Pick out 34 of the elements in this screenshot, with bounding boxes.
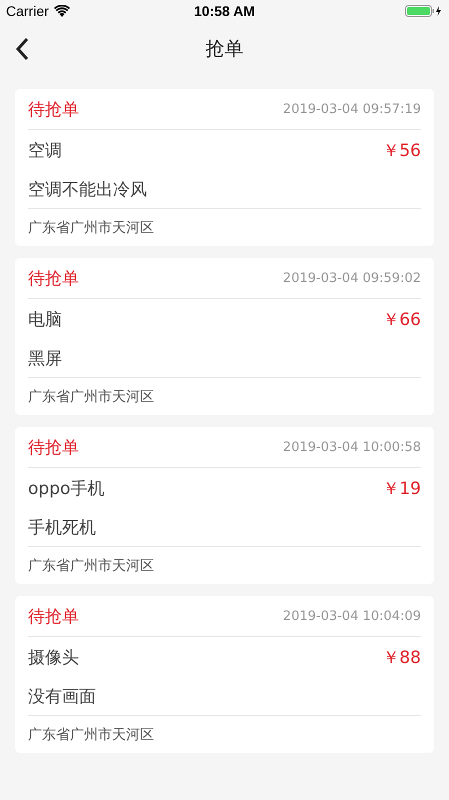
clock-time: 10:58 AM [194, 3, 255, 19]
order-address: 广东省广州市天河区 [28, 556, 154, 574]
order-card[interactable]: 待抢单 2019-03-04 09:59:02 电脑 ￥66 黑屏 广东省广州市天河区 [15, 258, 434, 415]
order-card[interactable]: 待抢单 2019-03-04 10:00:58 oppo手机 ￥19 手机死机 广东省广州市天河区 [15, 427, 434, 584]
order-address: 广东省广州市天河区 [28, 388, 154, 406]
order-address: 广东省广州市天河区 [28, 726, 154, 744]
order-price: ￥56 [382, 140, 421, 162]
order-status: 待抢单 [28, 606, 79, 628]
chevron-left-icon [15, 37, 29, 61]
order-address: 广东省广州市天河区 [28, 218, 154, 236]
order-status: 待抢单 [28, 98, 79, 120]
order-price: ￥19 [382, 478, 421, 500]
wifi-icon [54, 5, 70, 17]
problem-description: 没有画面 [28, 686, 96, 708]
battery-icon [405, 5, 443, 17]
item-name: 空调 [28, 140, 62, 162]
order-status: 待抢单 [28, 268, 79, 290]
order-status: 待抢单 [28, 436, 79, 458]
order-time: 2019-03-04 09:57:19 [282, 102, 421, 116]
carrier-label: Carrier [6, 3, 49, 19]
order-card[interactable]: 待抢单 2019-03-04 09:57:19 空调 ￥56 空调不能出冷风 广东省广州市天河区 [15, 89, 434, 246]
item-name: 电脑 [28, 308, 62, 330]
problem-description: 手机死机 [28, 516, 96, 538]
item-name: oppo手机 [28, 478, 104, 500]
order-time: 2019-03-04 10:00:58 [282, 440, 421, 454]
problem-description: 黑屏 [28, 348, 62, 370]
order-time: 2019-03-04 10:04:09 [282, 608, 421, 624]
order-time: 2019-03-04 09:59:02 [282, 270, 421, 286]
problem-description: 空调不能出冷风 [28, 178, 147, 200]
order-price: ￥66 [382, 308, 421, 330]
item-name: 摄像头 [28, 646, 79, 668]
order-price: ￥88 [382, 646, 421, 668]
order-card[interactable]: 待抢单 2019-03-04 10:04:09 摄像头 ￥88 没有画面 广东省广州市天河区 [15, 596, 434, 753]
page-title: 抢单 [206, 37, 244, 62]
